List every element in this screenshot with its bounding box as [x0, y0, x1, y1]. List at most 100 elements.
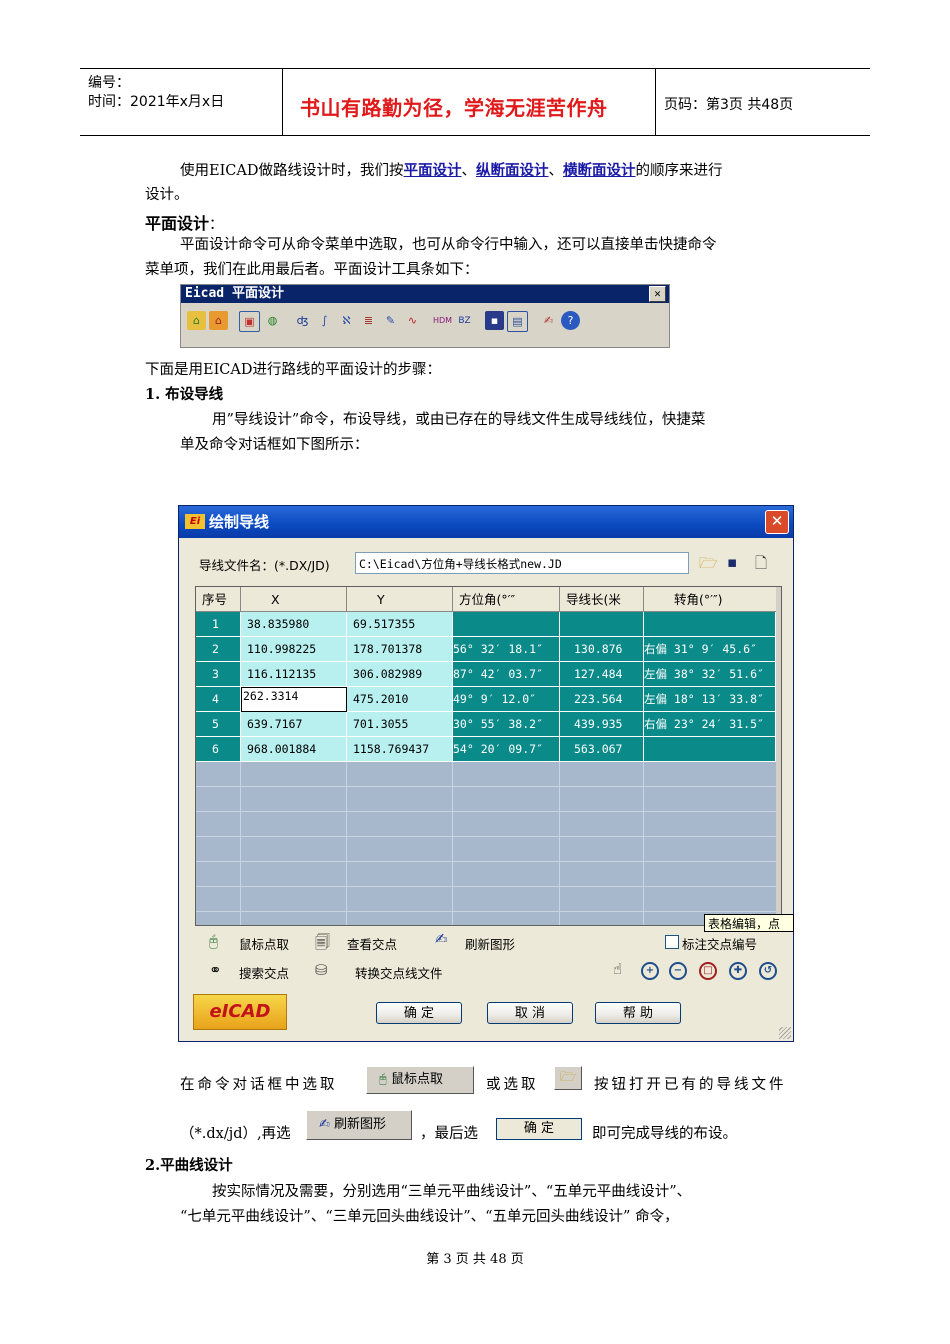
mark-intersection-checkbox[interactable] — [665, 935, 679, 949]
search-intersection-option[interactable]: 搜索交点 — [239, 963, 289, 982]
refresh-drawing-option[interactable]: 刷新图形 — [465, 934, 515, 953]
table-row-cell[interactable]: 439.935 — [560, 712, 644, 737]
column-header-x[interactable]: X — [241, 587, 347, 612]
column-header-length[interactable]: 导线长(米 — [560, 587, 644, 612]
refresh-drawing-icon[interactable]: ✍ — [435, 930, 448, 948]
table-row-cell[interactable]: 54° 20′ 09.7″ — [453, 737, 560, 762]
house-up-icon[interactable]: ⌂ — [187, 311, 206, 330]
table-row-cell[interactable]: 30° 55′ 38.2″ — [453, 712, 560, 737]
toolbar-icons: ⌂ ⌂ ▣ ◍ ʤ ∫ ℵ ≣ ✎ ∿ HDM BZ ▪ ▤ ✍ ? — [187, 311, 580, 332]
view-point-icon[interactable]: 🗐 — [315, 932, 330, 957]
toolbar-close-button[interactable]: ✕ — [649, 286, 666, 302]
table-row-cell[interactable]: 639.7167 — [241, 712, 347, 737]
table-row-cell[interactable]: 563.067 — [560, 737, 644, 762]
column-header-deflection[interactable]: 转角(°′″) — [644, 587, 781, 612]
folder-open-icon[interactable]: 🗁 — [699, 553, 718, 578]
table-row-cell[interactable]: 306.082989 — [347, 662, 453, 687]
column-header-index[interactable]: 序号 — [196, 587, 241, 612]
mark-intersection-label[interactable]: 标注交点编号 — [682, 934, 757, 953]
curve-edit-icon[interactable]: ℵ — [337, 311, 356, 330]
vertical-scrollbar[interactable] — [776, 587, 781, 925]
file-name-input[interactable]: C:\Eicad\方位角+导线长格式new.JD — [355, 552, 689, 574]
table-row-cell[interactable]: 49° 9′ 12.0″ — [453, 687, 560, 712]
table-row-cell[interactable]: 87° 42′ 03.7″ — [453, 662, 560, 687]
zoom-window-icon[interactable]: □ — [699, 962, 717, 980]
table-row-cell[interactable]: 1 — [196, 612, 241, 637]
save-icon[interactable]: ▪ — [485, 311, 504, 330]
link-cross-section-design[interactable]: 横断面设计 — [563, 162, 636, 179]
table-row-cell[interactable]: 4 — [196, 687, 241, 712]
table-row-cell[interactable]: 右偏 31° 9′ 45.6″ — [644, 637, 776, 662]
zoom-previous-icon[interactable]: ↺ — [759, 962, 777, 980]
table-row-cell[interactable] — [644, 737, 776, 762]
house-down-icon[interactable]: ⌂ — [209, 311, 228, 330]
zoom-in-icon[interactable]: + — [641, 962, 659, 980]
table-row-cell[interactable]: 左偏 18° 13′ 33.8″ — [644, 687, 776, 712]
bz-icon[interactable]: BZ — [455, 311, 474, 330]
table-row-cell[interactable]: 223.564 — [560, 687, 644, 712]
table-row-cell-editing[interactable]: 262.3314 — [241, 687, 347, 712]
table-row-cell[interactable] — [644, 612, 776, 637]
header-motto: 书山有路勤为径，学海无涯苦作舟 — [300, 96, 608, 120]
mouse-icon[interactable]: 🖰 — [209, 932, 218, 950]
table-row-cell[interactable]: 178.701378 — [347, 637, 453, 662]
header-divider-1 — [282, 68, 283, 136]
plan-heading-colon: ： — [209, 217, 224, 233]
table-row-cell[interactable]: 69.517355 — [347, 612, 453, 637]
link-plan-design[interactable]: 平面设计 — [404, 162, 462, 179]
column-header-y[interactable]: Y — [347, 587, 453, 612]
convert-intersection-file-option[interactable]: 转换交点线文件 — [355, 963, 443, 982]
dialog-close-button[interactable]: ✕ — [765, 510, 789, 534]
table-row-cell[interactable] — [560, 612, 644, 637]
table-row-cell[interactable]: 116.112135 — [241, 662, 347, 687]
table-row-cell[interactable]: 127.484 — [560, 662, 644, 687]
curve-redo-icon[interactable]: ∿ — [403, 311, 422, 330]
table-row-cell[interactable]: 3 — [196, 662, 241, 687]
table-row-cell[interactable]: 左偏 38° 32′ 51.6″ — [644, 662, 776, 687]
column-header-azimuth[interactable]: 方位角(°′″ — [453, 587, 560, 612]
table-row-cell[interactable]: 968.001884 — [241, 737, 347, 762]
table-row-cell[interactable]: 110.998225 — [241, 637, 347, 662]
pan-hand-icon[interactable]: ☝ — [613, 960, 622, 978]
table-row-cell[interactable]: 1158.769437 — [347, 737, 453, 762]
zoom-out-icon[interactable]: − — [669, 962, 687, 980]
list-edit-icon[interactable]: ≣ — [359, 311, 378, 330]
inline-mouse-icon: 🖰 — [379, 1072, 391, 1087]
table-row-cell[interactable]: 2 — [196, 637, 241, 662]
help-button[interactable]: 帮 助 — [595, 1002, 681, 1024]
cancel-button[interactable]: 取 消 — [487, 1002, 573, 1024]
import-icon[interactable]: ▣ — [239, 311, 260, 332]
dx-curve-icon[interactable]: ʤ — [293, 311, 312, 330]
table-row-cell[interactable]: 6 — [196, 737, 241, 762]
table-row-cell[interactable]: 130.876 — [560, 637, 644, 662]
table-row-cell[interactable]: 5 — [196, 712, 241, 737]
binoculars-icon[interactable]: ⚭ — [209, 961, 222, 979]
table-row-cell[interactable]: 38.835980 — [241, 612, 347, 637]
header-code-label: 编号： — [88, 75, 130, 91]
inline-mouse-pick-label: 鼠标点取 — [390, 1072, 443, 1087]
mouse-pick-option[interactable]: 鼠标点取 — [239, 934, 289, 953]
table-icon[interactable]: ▤ — [507, 311, 528, 332]
table-row-cell[interactable]: 56° 32′ 18.1″ — [453, 637, 560, 662]
convert-file-icon[interactable]: ⛁ — [315, 961, 328, 979]
table-row-cell[interactable]: 右偏 23° 24′ 31.5″ — [644, 712, 776, 737]
link-profile-design[interactable]: 纵断面设计 — [476, 162, 549, 179]
view-intersection-option[interactable]: 查看交点 — [347, 934, 397, 953]
zoom-extents-icon[interactable]: ✚ — [729, 962, 747, 980]
globe-icon[interactable]: ◍ — [263, 311, 282, 330]
table-row-cell[interactable]: 701.3055 — [347, 712, 453, 737]
curve-design-icon[interactable]: ∫ — [315, 311, 334, 330]
save-icon[interactable]: ▪ — [727, 553, 737, 571]
refresh-edit-icon[interactable]: ✍ — [539, 311, 558, 330]
inline-mouse-pick-button: 🖰 鼠标点取 — [366, 1066, 474, 1094]
intro-text-a: 使用EICAD做路线设计时，我们按 — [180, 163, 404, 179]
table-row-cell[interactable]: 475.2010 — [347, 687, 453, 712]
resize-grip-icon[interactable] — [779, 1027, 791, 1039]
traverse-table[interactable]: 序号 X Y 方位角(°′″ 导线长(米 转角(°′″) 1 38.835980… — [195, 586, 782, 926]
preview-icon[interactable]: 🗋 — [755, 553, 767, 578]
pen-icon[interactable]: ✎ — [381, 311, 400, 330]
table-row-cell[interactable] — [453, 612, 560, 637]
help-icon[interactable]: ? — [561, 311, 580, 330]
hdm-icon[interactable]: HDM — [433, 311, 452, 330]
ok-button[interactable]: 确 定 — [376, 1002, 462, 1024]
